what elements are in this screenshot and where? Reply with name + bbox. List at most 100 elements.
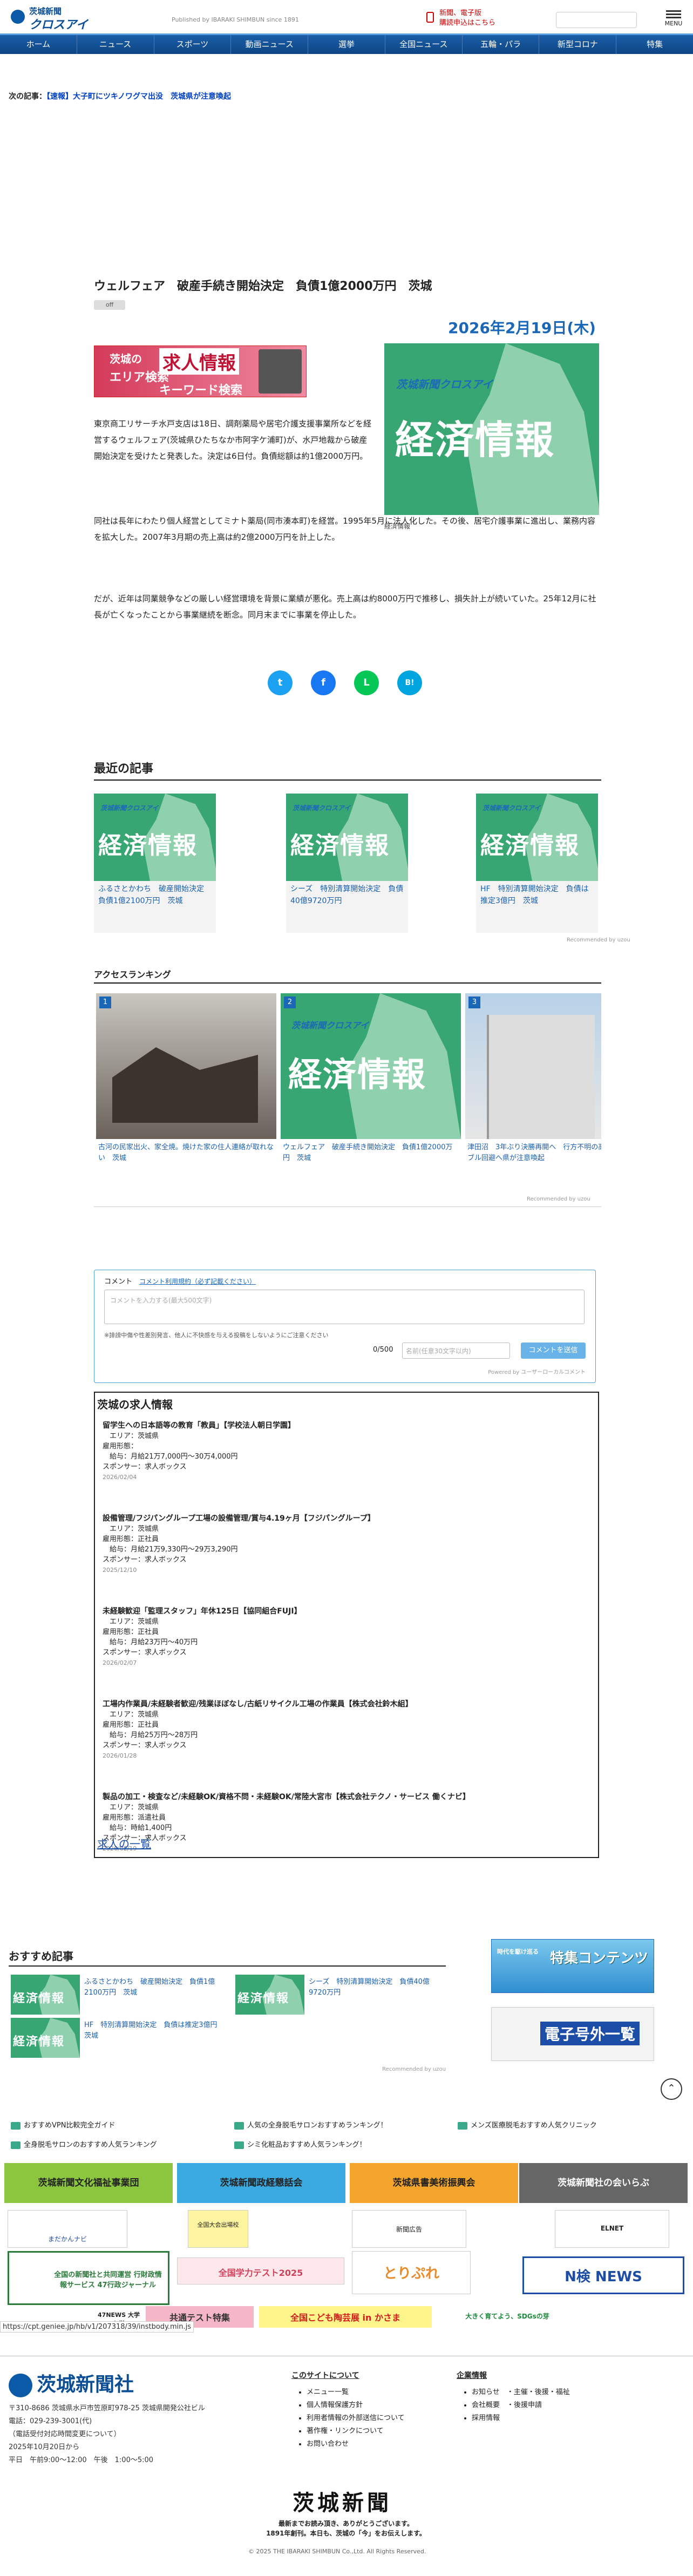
recommended-item[interactable]: 経済情報 シーズ 特別清算開始決定 負債40億9720万円: [235, 1975, 446, 2015]
banner[interactable]: ELNET: [555, 2210, 669, 2248]
menu-button[interactable]: MENU: [662, 9, 685, 30]
job-item[interactable]: 工場内作業員/未経験者歓迎/残業ほぼなし/古紙リサイクル工場の作業員【株式会社鈴…: [103, 1699, 588, 1761]
hatena-share-button[interactable]: B!: [397, 670, 422, 695]
job-title[interactable]: 製品の加工・検査など/未経験OK/資格不問・未経験OK/常陸大宮市【株式会社テク…: [103, 1792, 588, 1802]
nav-election[interactable]: 選挙: [308, 35, 385, 54]
twitter-share-button[interactable]: t: [268, 670, 293, 695]
banner[interactable]: 新聞広告: [352, 2210, 466, 2248]
nav-sports[interactable]: スポーツ: [154, 35, 232, 54]
recommended-item[interactable]: 経済情報 ふるさとかわち 破産開始決定 負債1億2100万円 茨城: [11, 1975, 221, 2015]
next-article-label: 次の記事：: [9, 92, 46, 101]
ranking-title[interactable]: ウェルフェア 破産手続き開始決定 負債1億2000万円 茨城: [281, 1139, 461, 1167]
banner[interactable]: 全国こども陶芸展 in かさま: [259, 2306, 432, 2328]
ad-link[interactable]: シミ化粧品おすすめ人気ランキング！: [234, 2139, 366, 2149]
footer-link[interactable]: 会社概要 ・後援申請: [472, 2399, 570, 2412]
job-item[interactable]: 未経験歓迎「監理スタッフ」年休125日【協同組合FUJI】 エリア：茨城県 雇用…: [103, 1606, 588, 1668]
ranking-title[interactable]: 津田沼 3年ぶり決勝再開へ 行方不明の高校生、トラブル回避へ県が注意喚起: [465, 1139, 601, 1167]
back-to-top-button[interactable]: ⌃: [661, 2078, 682, 2100]
culture-button[interactable]: 茨城県書美術振興会: [350, 2163, 518, 2203]
job-search-ad[interactable]: 茨城の 求人情報 エリア検索 キーワード検索: [94, 345, 307, 397]
recent-title[interactable]: シーズ 特別清算開始決定 負債40億9720万円: [286, 881, 408, 933]
banner[interactable]: N検 NEWS: [522, 2256, 684, 2294]
culture-button[interactable]: 茨城新聞政経懇話会: [177, 2163, 345, 2203]
job-title[interactable]: 設備管理/フジパングループ工場の設備管理/賞与4.19ヶ月【フジパングループ】: [103, 1514, 588, 1524]
ad-link[interactable]: おすすめVPN比較完全ガイド: [11, 2119, 115, 2130]
footer-site-heading[interactable]: このサイトについて: [291, 2370, 405, 2381]
recommended-title[interactable]: HF 特別清算開始決定 負債は推定3億円 茨城: [84, 2020, 225, 2042]
ranking-item[interactable]: 2 茨城新聞クロスアイ 経済情報 ウェルフェア 破産手続き開始決定 負債1億20…: [281, 993, 461, 1167]
ranking-photo-econ: 2 茨城新聞クロスアイ 経済情報: [281, 993, 461, 1139]
ranking-carousel[interactable]: 1 古河の民家出火、家全焼。焼けた家の住人連絡が取れない 茨城 2 茨城新聞クロ…: [94, 991, 601, 1207]
recommended-powered[interactable]: Recommended by uzou: [382, 2066, 446, 2072]
job-item[interactable]: 設備管理/フジパングループ工場の設備管理/賞与4.19ヶ月【フジパングループ】 …: [103, 1514, 588, 1575]
banner[interactable]: とりぷれ: [352, 2251, 471, 2294]
recent-card[interactable]: 茨城新聞クロスアイ 経済情報 ふるさとかわち 破産開始決定 負債1億2100万円…: [94, 794, 216, 933]
recent-title[interactable]: ふるさとかわち 破産開始決定 負債1億2100万円 茨城: [94, 881, 216, 933]
banner[interactable]: 大きく育てよう、SDGsの芽: [448, 2306, 567, 2328]
comment-textarea[interactable]: コメントを入力する(最大500文字): [104, 1290, 585, 1324]
footer-copyright: © 2025 THE IBARAKI SHIMBUN Co.,Ltd. All …: [248, 2548, 426, 2555]
footer-link[interactable]: 著作権・リンクについて: [307, 2425, 405, 2438]
nav-national[interactable]: 全国ニュース: [385, 35, 463, 54]
job-title[interactable]: 工場内作業員/未経験者歓迎/残業ほぼなし/古紙リサイクル工場の作業員【株式会社鈴…: [103, 1699, 588, 1710]
ad-link[interactable]: 全身脱毛サロンのおすすめ人気ランキング: [11, 2139, 157, 2149]
job-title[interactable]: 留学生への日本語等の教育「教員」【学校法人朝日学園】: [103, 1421, 588, 1431]
job-item[interactable]: 留学生への日本語等の教育「教員」【学校法人朝日学園】 エリア：茨城県 雇用形態：…: [103, 1421, 588, 1482]
footer-corp-heading[interactable]: 企業情報: [457, 2370, 570, 2381]
line-share-button[interactable]: L: [354, 670, 379, 695]
extra-edition-banner[interactable]: 電子号外一覧: [491, 2007, 654, 2061]
site-logo[interactable]: 茨城新聞 クロスアイ: [11, 3, 135, 32]
culture-button[interactable]: 茨城新聞文化福祉事業団: [4, 2163, 173, 2203]
footer-link[interactable]: 採用情報: [472, 2412, 570, 2425]
nav-olympics[interactable]: 五輪・パラ: [463, 35, 540, 54]
subscribe-link[interactable]: 新聞、電子版 購読申込はこちら: [426, 6, 529, 30]
ad-link[interactable]: 人気の全身脱毛サロンおすすめランキング！: [234, 2119, 388, 2130]
banner[interactable]: 全国の新聞社と共同運営 行財政情報サービス 47行政ジャーナル: [8, 2251, 169, 2305]
ranking-item[interactable]: 1 古河の民家出火、家全焼。焼けた家の住人連絡が取れない 茨城: [96, 993, 276, 1167]
facebook-share-button[interactable]: f: [311, 670, 336, 695]
footer-logo[interactable]: 茨城新聞社: [9, 2369, 134, 2397]
recent-card[interactable]: 茨城新聞クロスアイ 経済情報 シーズ 特別清算開始決定 負債40億9720万円: [286, 794, 408, 933]
ranking-item[interactable]: 3 津田沼 3年ぶり決勝再開へ 行方不明の高校生、トラブル回避へ県が注意喚起: [465, 993, 601, 1167]
culture-button[interactable]: 茨城新聞社の会いらぶ: [519, 2163, 688, 2203]
banner[interactable]: 全国学力テスト2025: [177, 2258, 344, 2284]
job-item[interactable]: 製品の加工・検査など/未経験OK/資格不問・未経験OK/常陸大宮市【株式会社テク…: [103, 1792, 588, 1854]
logo-mark-icon: [9, 2374, 32, 2397]
footer-link[interactable]: 利用者情報の外部送信について: [307, 2412, 405, 2425]
footer-link[interactable]: 個人情報保護方針: [307, 2399, 405, 2412]
ad-link[interactable]: メンズ医療脱毛おすすめ人気クリニック: [458, 2119, 597, 2130]
recommend-powered[interactable]: Recommended by uzou: [567, 937, 630, 943]
nav-video[interactable]: 動画ニュース: [231, 35, 309, 54]
chevron-up-icon: ⌃: [667, 2083, 676, 2094]
job-listings: 茨城の求人情報 留学生への日本語等の教育「教員」【学校法人朝日学園】 エリア：茨…: [94, 1392, 599, 1858]
toggle-badge[interactable]: off: [94, 300, 125, 310]
comment-powered[interactable]: Powered by ユーザーローカルコメント: [488, 1367, 586, 1375]
comment-rules-link[interactable]: コメント利用規約（必ず記載ください）: [139, 1278, 256, 1285]
ranking-powered[interactable]: Recommended by uzou: [527, 1196, 590, 1202]
footer-link[interactable]: お問い合わせ: [307, 2438, 405, 2451]
comment-name-input[interactable]: 名前(任意30文字以内): [402, 1343, 510, 1359]
thumb-text: 経済情報: [237, 1992, 290, 2005]
recommended-item[interactable]: 経済情報 HF 特別清算開始決定 負債は推定3億円 茨城: [11, 2018, 225, 2058]
footer-link[interactable]: お知らせ ・主催・後援・福祉: [472, 2386, 570, 2399]
comment-header: コメント コメント利用規約（必ず記載ください）: [104, 1276, 256, 1286]
banner[interactable]: 全国大会出場校: [188, 2210, 248, 2248]
footer-link[interactable]: メニュー一覧: [307, 2386, 405, 2399]
next-article-link[interactable]: 【速報】大子町にツキノワグマ出没 茨城県が注意喚起: [46, 92, 231, 101]
job-area: エリア：茨城県: [110, 1804, 159, 1812]
job-title[interactable]: 未経験歓迎「監理スタッフ」年休125日【協同組合FUJI】: [103, 1606, 588, 1617]
search-input[interactable]: [556, 12, 637, 28]
job-list-link[interactable]: 求人の一覧: [97, 1835, 151, 1851]
recent-card[interactable]: 茨城新聞クロスアイ 経済情報 HF 特別清算開始決定 負債は推定3億円 茨城: [476, 794, 598, 933]
recommended-title[interactable]: ふるさとかわち 破産開始決定 負債1億2100万円 茨城: [84, 1977, 219, 1998]
ranking-title[interactable]: 古河の民家出火、家全焼。焼けた家の住人連絡が取れない 茨城: [96, 1139, 276, 1167]
nav-covid[interactable]: 新型コロナ: [539, 35, 617, 54]
banner[interactable]: まだかんナビ: [8, 2210, 127, 2248]
nav-special[interactable]: 特集: [616, 35, 693, 54]
nav-news[interactable]: ニュース: [77, 35, 154, 54]
special-contents-banner[interactable]: 時代を駆け巡る 特集コンテンツ: [491, 1939, 654, 1993]
recommended-title[interactable]: シーズ 特別清算開始決定 負債40億9720万円: [309, 1977, 444, 1998]
comment-submit-button[interactable]: コメントを送信: [521, 1343, 586, 1359]
nav-home[interactable]: ホーム: [0, 35, 77, 54]
recent-title[interactable]: HF 特別清算開始決定 負債は推定3億円 茨城: [476, 881, 598, 933]
